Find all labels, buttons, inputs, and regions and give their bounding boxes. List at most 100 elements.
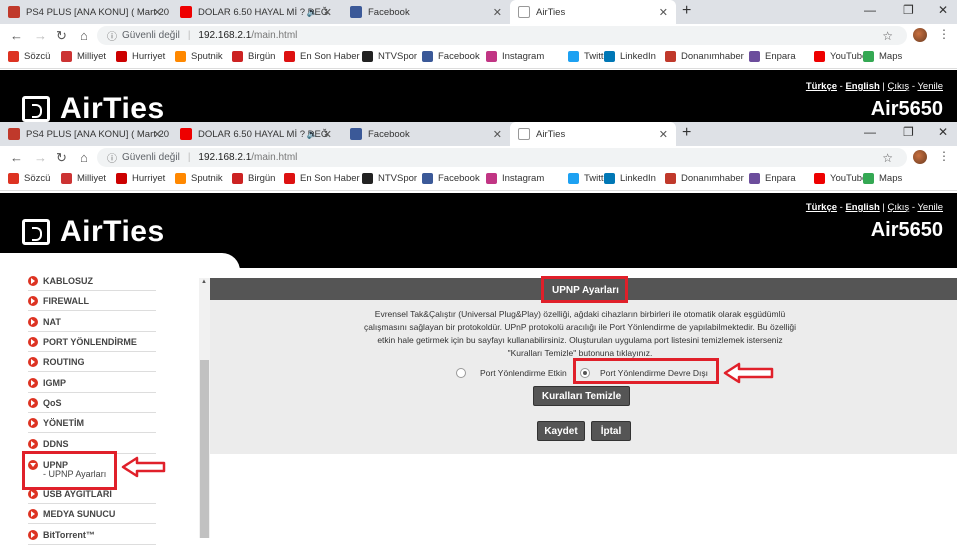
home-icon[interactable]: ⌂ bbox=[80, 28, 88, 43]
chevron-right-icon bbox=[28, 316, 38, 327]
url-bar[interactable]: ⓘ Güvenli değil | 192.168.2.1/main.html … bbox=[97, 148, 907, 167]
sidebar-item-y-neti-m[interactable]: YÖNETİM bbox=[28, 413, 156, 433]
sidebar-item-igmp[interactable]: IGMP bbox=[28, 373, 156, 393]
bookmark-enpara[interactable]: Enpara bbox=[749, 173, 796, 184]
sidebar-item-medya-sunucu[interactable]: MEDYA SUNUCU bbox=[28, 504, 156, 524]
star-icon[interactable]: ☆ bbox=[882, 151, 893, 165]
sidebar-item-bittorrent-[interactable]: BitTorrent™ bbox=[28, 525, 156, 545]
close-icon[interactable]: ✕ bbox=[153, 128, 162, 141]
tab-dolar[interactable]: DOLAR 6.50 HAYAL Mİ ? DEĞ 🔈 ✕ bbox=[172, 122, 340, 146]
scroll-up-arrow[interactable]: ▲ bbox=[201, 279, 207, 285]
url-bar[interactable]: ⓘ Güvenli değil | 192.168.2.1/main.html … bbox=[97, 26, 907, 45]
tab-ps4[interactable]: PS4 PLUS [ANA KONU] ( Mart 20 ✕ bbox=[0, 0, 170, 24]
lang-en-link[interactable]: English bbox=[845, 81, 879, 92]
bookmark-donanımhaber[interactable]: Donanımhaber bbox=[665, 173, 744, 184]
bookmark-milliyet[interactable]: Milliyet bbox=[61, 173, 106, 184]
reload-icon[interactable]: ↻ bbox=[56, 28, 67, 44]
forward-icon[interactable]: → bbox=[34, 28, 47, 43]
bookmark-instagram[interactable]: Instagram bbox=[486, 51, 544, 62]
tab-dolar[interactable]: DOLAR 6.50 HAYAL Mİ ? DEĞ 🔈 ✕ bbox=[172, 0, 340, 24]
sidebar-item-routing[interactable]: ROUTING bbox=[28, 352, 156, 372]
bookmark-sözcü[interactable]: Sözcü bbox=[8, 51, 50, 62]
bookmark-maps[interactable]: Maps bbox=[863, 51, 902, 62]
bookmark-ntvspor[interactable]: NTVSpor bbox=[362, 173, 417, 184]
reload-icon[interactable]: ↻ bbox=[56, 150, 67, 166]
bookmark-linkedin[interactable]: LinkedIn bbox=[604, 173, 656, 184]
lang-tr-link[interactable]: Türkçe bbox=[806, 81, 837, 92]
avatar[interactable] bbox=[913, 150, 927, 164]
maximize-button[interactable]: ❐ bbox=[903, 3, 914, 17]
back-icon[interactable]: ← bbox=[10, 28, 23, 43]
bookmark-enpara[interactable]: Enpara bbox=[749, 51, 796, 62]
minimize-button[interactable]: — bbox=[864, 3, 876, 17]
bookmark-sputnik[interactable]: Sputnik bbox=[175, 173, 223, 184]
logout-link[interactable]: Çıkış bbox=[888, 81, 910, 92]
info-icon[interactable]: ⓘ bbox=[107, 150, 117, 165]
maximize-button[interactable]: ❐ bbox=[903, 125, 914, 139]
close-icon[interactable]: ✕ bbox=[659, 128, 668, 141]
tab-facebook[interactable]: Facebook ✕ bbox=[342, 122, 510, 146]
speaker-icon[interactable]: 🔈 bbox=[307, 129, 318, 140]
info-icon[interactable]: ⓘ bbox=[107, 28, 117, 43]
radio-circle[interactable] bbox=[456, 368, 466, 378]
tab-facebook[interactable]: Facebook ✕ bbox=[342, 0, 510, 24]
home-icon[interactable]: ⌂ bbox=[80, 150, 88, 165]
bookmark-birgün[interactable]: Birgün bbox=[232, 51, 275, 62]
close-icon[interactable]: ✕ bbox=[323, 128, 332, 141]
new-tab-button[interactable]: + bbox=[682, 124, 691, 142]
bookmark-donanımhaber[interactable]: Donanımhaber bbox=[665, 51, 744, 62]
menu-icon[interactable]: ⋮ bbox=[938, 27, 950, 41]
bookmark-facebook[interactable]: Facebook bbox=[422, 173, 480, 184]
bookmark-sözcü[interactable]: Sözcü bbox=[8, 173, 50, 184]
tab-airties[interactable]: AirTies ✕ bbox=[510, 122, 676, 146]
sidebar-item-nat[interactable]: NAT bbox=[28, 312, 156, 332]
cancel-button[interactable]: İptal bbox=[591, 421, 631, 441]
lang-tr-link[interactable]: Türkçe bbox=[806, 202, 837, 213]
sidebar-item-qos[interactable]: QoS bbox=[28, 393, 156, 413]
bookmark-instagram[interactable]: Instagram bbox=[486, 173, 544, 184]
close-icon[interactable]: ✕ bbox=[323, 6, 332, 19]
refresh-link[interactable]: Yenile bbox=[917, 81, 943, 92]
bookmark-maps[interactable]: Maps bbox=[863, 173, 902, 184]
tab-ps4[interactable]: PS4 PLUS [ANA KONU] ( Mart 20 ✕ bbox=[0, 122, 170, 146]
sidebar-item-firewall[interactable]: FIREWALL bbox=[28, 291, 156, 311]
menu-icon[interactable]: ⋮ bbox=[938, 149, 950, 163]
close-window-button[interactable]: ✕ bbox=[938, 3, 948, 17]
close-icon[interactable]: ✕ bbox=[493, 128, 502, 141]
close-window-button[interactable]: ✕ bbox=[938, 125, 948, 139]
logout-link[interactable]: Çıkış bbox=[888, 202, 910, 213]
sidebar-item-port-y-nlendi-rme[interactable]: PORT YÖNLENDİRME bbox=[28, 332, 156, 352]
speaker-icon[interactable]: 🔈 bbox=[307, 7, 318, 18]
new-tab-button[interactable]: + bbox=[682, 2, 691, 20]
bookmark-linkedin[interactable]: LinkedIn bbox=[604, 51, 656, 62]
tab-airties[interactable]: AirTies ✕ bbox=[510, 0, 676, 24]
lang-en-link[interactable]: English bbox=[845, 202, 879, 213]
minimize-button[interactable]: — bbox=[864, 125, 876, 139]
sidebar-item-kablosuz[interactable]: KABLOSUZ bbox=[28, 271, 156, 291]
bookmark-favicon-icon bbox=[814, 51, 825, 62]
save-button[interactable]: Kaydet bbox=[537, 421, 585, 441]
bookmark-youtube[interactable]: YouTube bbox=[814, 173, 867, 184]
bookmark-hurriyet[interactable]: Hurriyet bbox=[116, 173, 165, 184]
bookmark-youtube[interactable]: YouTube bbox=[814, 51, 867, 62]
back-icon[interactable]: ← bbox=[10, 150, 23, 165]
bookmark-milliyet[interactable]: Milliyet bbox=[61, 51, 106, 62]
forward-icon[interactable]: → bbox=[34, 150, 47, 165]
bookmark-facebook[interactable]: Facebook bbox=[422, 51, 480, 62]
clear-rules-button[interactable]: Kuralları Temizle bbox=[533, 386, 630, 406]
radio-port-forwarding-enabled[interactable]: Port Yönlendirme Etkin bbox=[456, 368, 567, 378]
bookmark-ntvspor[interactable]: NTVSpor bbox=[362, 51, 417, 62]
bookmark-favicon-icon bbox=[8, 173, 19, 184]
avatar[interactable] bbox=[913, 28, 927, 42]
bookmark-en-son-haber[interactable]: En Son Haber bbox=[284, 51, 360, 62]
bookmark-hurriyet[interactable]: Hurriyet bbox=[116, 51, 165, 62]
close-icon[interactable]: ✕ bbox=[493, 6, 502, 19]
bookmark-birgün[interactable]: Birgün bbox=[232, 173, 275, 184]
bookmark-sputnik[interactable]: Sputnik bbox=[175, 51, 223, 62]
refresh-link[interactable]: Yenile bbox=[917, 202, 943, 213]
star-icon[interactable]: ☆ bbox=[882, 29, 893, 43]
close-icon[interactable]: ✕ bbox=[659, 6, 668, 19]
bookmark-en-son-haber[interactable]: En Son Haber bbox=[284, 173, 360, 184]
scrollbar-thumb[interactable] bbox=[200, 360, 209, 538]
close-icon[interactable]: ✕ bbox=[153, 6, 162, 19]
